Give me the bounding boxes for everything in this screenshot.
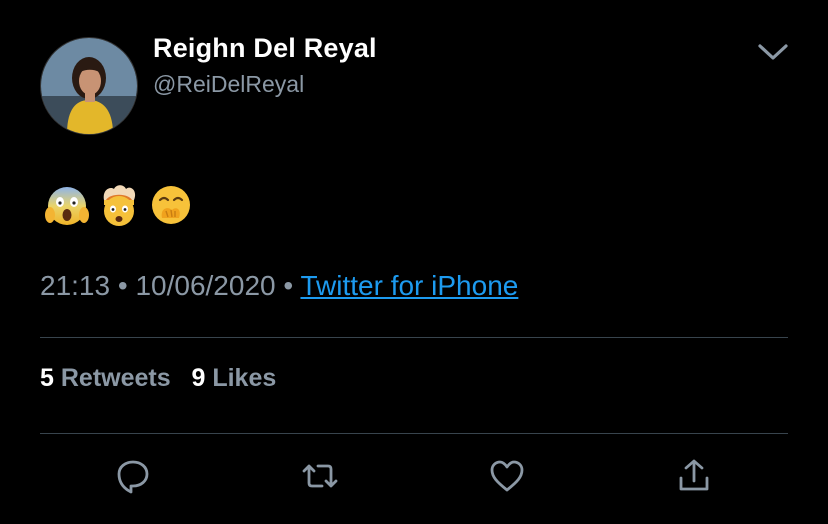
divider bbox=[40, 337, 788, 338]
meta-separator: • bbox=[283, 270, 294, 301]
divider bbox=[40, 433, 788, 434]
exploding-head-emoji bbox=[103, 185, 136, 226]
retweet-button[interactable] bbox=[300, 456, 340, 496]
retweets-label: Retweets bbox=[60, 364, 171, 392]
tweet-text bbox=[44, 182, 194, 234]
face-with-hand-over-mouth-emoji bbox=[152, 186, 190, 224]
tweet-source-link[interactable]: Twitter for iPhone bbox=[300, 270, 518, 301]
author-handle[interactable]: @ReiDelReyal bbox=[153, 71, 304, 98]
author-display-name[interactable]: Reighn Del Reyal bbox=[153, 33, 377, 64]
share-icon bbox=[679, 459, 709, 491]
chevron-down-icon[interactable] bbox=[756, 38, 790, 66]
avatar[interactable] bbox=[40, 37, 138, 135]
retweet-icon bbox=[302, 464, 338, 488]
retweets-stat[interactable]: 5 Retweets bbox=[40, 364, 178, 392]
meta-separator: • bbox=[117, 270, 128, 301]
tweet-time: 21:13 bbox=[40, 270, 111, 301]
retweets-count: 5 bbox=[40, 364, 54, 392]
reply-button[interactable] bbox=[113, 456, 153, 496]
tweet-stats: 5 Retweets 9 Likes bbox=[40, 364, 276, 393]
likes-label: Likes bbox=[212, 364, 277, 392]
reply-icon bbox=[117, 460, 149, 494]
tweet-date: 10/06/2020 bbox=[135, 270, 276, 301]
tweet-meta: 21:13 • 10/06/2020 • Twitter for iPhone bbox=[40, 270, 518, 302]
share-button[interactable] bbox=[674, 456, 714, 496]
likes-stat[interactable]: 9 Likes bbox=[191, 364, 276, 392]
like-icon bbox=[490, 460, 524, 492]
face-screaming-in-fear-emoji bbox=[45, 187, 89, 225]
like-button[interactable] bbox=[487, 456, 527, 496]
likes-count: 9 bbox=[191, 364, 206, 392]
